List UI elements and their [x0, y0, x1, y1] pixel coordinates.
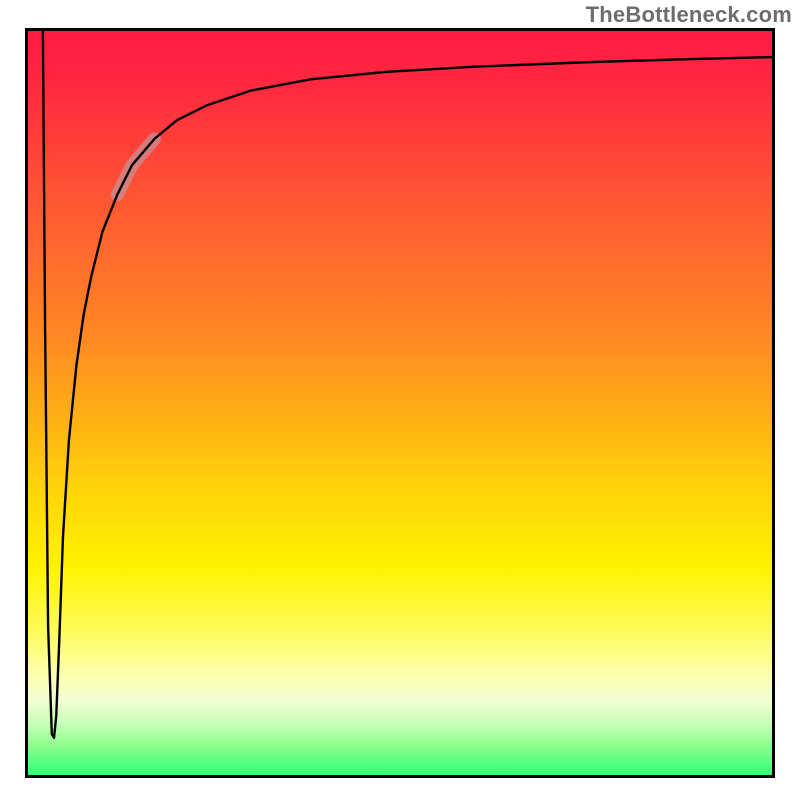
chart-frame: TheBottleneck.com	[0, 0, 800, 800]
curve-layer	[28, 31, 772, 775]
curve-highlight-segment	[117, 139, 154, 195]
attribution-text: TheBottleneck.com	[586, 2, 792, 28]
plot-area	[25, 28, 775, 778]
